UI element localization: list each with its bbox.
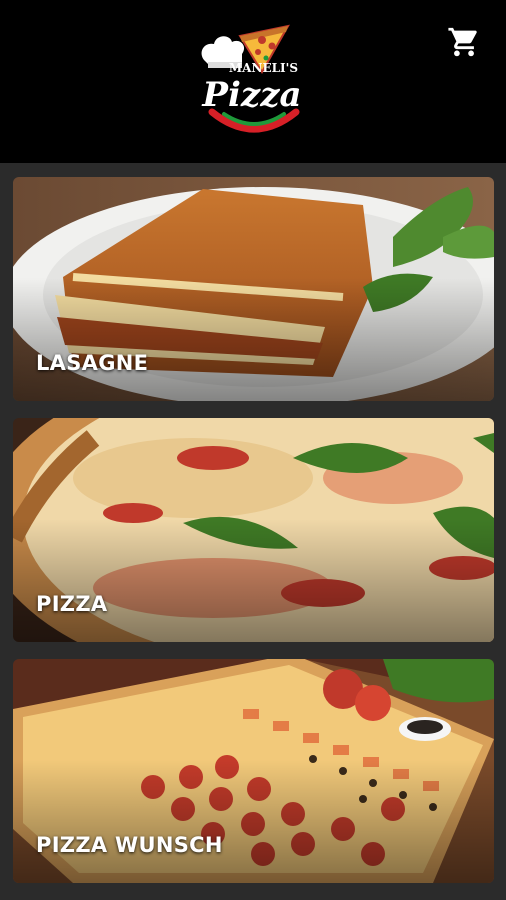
category-card-lasagne[interactable]: LASAGNE <box>13 177 494 401</box>
brand-top-text: MANELI'S <box>229 61 298 75</box>
category-label: PIZZA <box>36 592 108 616</box>
cart-button[interactable] <box>444 22 484 62</box>
category-list: LASAGNE PIZZA PIZZA WUNSCH <box>0 163 506 900</box>
manelis-pizza-logo: MANELI'S Pizza <box>196 22 314 134</box>
category-card-pizza-wunsch[interactable]: PIZZA WUNSCH <box>13 659 494 883</box>
category-label: PIZZA WUNSCH <box>36 833 223 857</box>
brand-main-text: Pizza <box>201 75 301 115</box>
category-card-pizza[interactable]: PIZZA <box>13 418 494 642</box>
category-label: LASAGNE <box>36 351 149 375</box>
shopping-cart-icon <box>448 27 477 57</box>
app-header: MANELI'S Pizza <box>0 0 506 163</box>
